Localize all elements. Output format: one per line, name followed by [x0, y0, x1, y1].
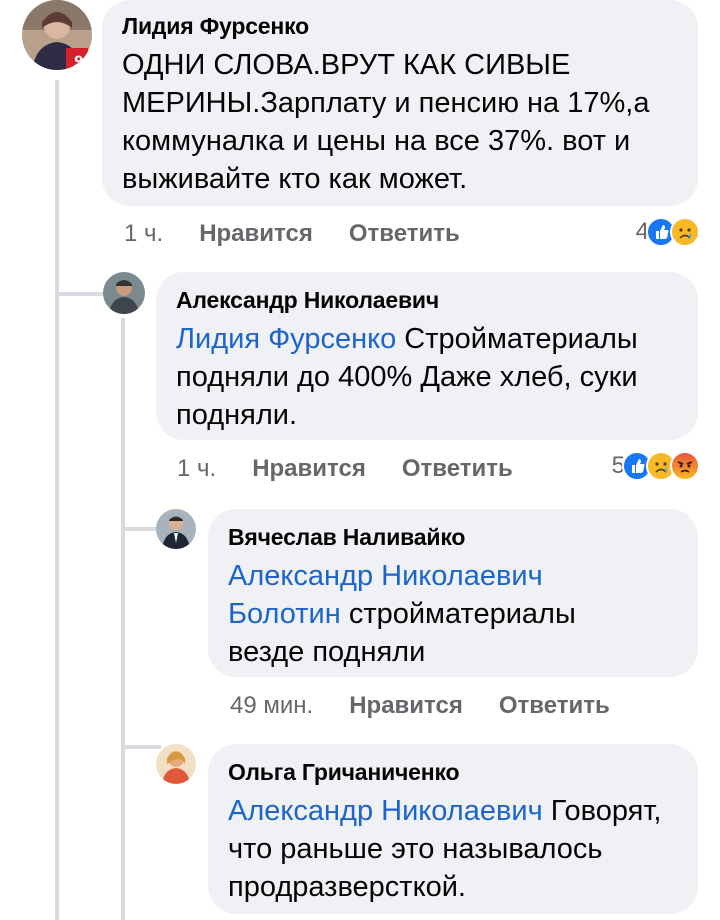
reply-button[interactable]: Ответить	[349, 219, 460, 249]
reaction-summary[interactable]: 5	[612, 451, 700, 481]
comment-bubble: Вячеслав Наливайко Александр Николаевич …	[208, 509, 698, 677]
like-button[interactable]: Нравится	[199, 219, 313, 249]
comment-time[interactable]: 1 ч.	[177, 454, 216, 484]
avatar[interactable]	[156, 744, 196, 784]
thread-line-branch-3	[121, 745, 161, 749]
avatar[interactable]	[103, 272, 145, 314]
user-photo-icon	[156, 744, 196, 784]
reply-button[interactable]: Ответить	[402, 454, 513, 484]
sad-reaction-icon	[670, 217, 700, 247]
comment-actions: 1 ч. Нравится Ответить	[124, 219, 460, 249]
svg-text:9: 9	[74, 54, 84, 70]
thread-line-branch-2	[121, 527, 161, 531]
avatar[interactable]	[156, 509, 196, 549]
comment-bubble: Лидия Фурсенко ОДНИ СЛОВА.ВРУТ КАК СИВЫЕ…	[102, 0, 698, 206]
comment-actions: 49 мин. Нравится Ответить	[230, 691, 610, 721]
mention-link[interactable]: Лидия Фурсенко	[176, 323, 396, 355]
comment-author[interactable]: Лидия Фурсенко	[122, 12, 678, 40]
comment-time[interactable]: 49 мин.	[230, 691, 313, 721]
user-photo-icon	[103, 272, 145, 314]
reply-button[interactable]: Ответить	[499, 691, 610, 721]
user-photo-icon	[156, 509, 196, 549]
like-button[interactable]: Нравится	[349, 691, 463, 721]
comment-text: Александр Николаевич Говорят, что раньше…	[228, 792, 678, 906]
comment-text: Лидия Фурсенко Стройматериалы подняли до…	[176, 320, 678, 434]
mention-link[interactable]: Александр Николаевич	[228, 795, 543, 827]
thread-line-main	[55, 80, 59, 920]
thread-line-sub	[121, 318, 125, 920]
comment-author[interactable]: Ольга Гричаниченко	[228, 758, 678, 786]
reaction-summary[interactable]: 4	[636, 217, 700, 247]
comment-text: Александр Николаевич Болотин стройматери…	[228, 557, 628, 671]
comment-author[interactable]: Александр Николаевич	[176, 286, 678, 314]
like-button[interactable]: Нравится	[252, 454, 366, 484]
comment-bubble: Александр Николаевич Лидия Фурсенко Стро…	[156, 272, 698, 440]
thread-line-branch-1	[55, 292, 105, 296]
user-photo-icon: 9	[22, 0, 92, 70]
avatar[interactable]: 9	[22, 0, 92, 70]
comment-author[interactable]: Вячеслав Наливайко	[228, 523, 678, 551]
angry-reaction-icon	[670, 451, 700, 481]
comment-text: ОДНИ СЛОВА.ВРУТ КАК СИВЫЕ МЕРИНЫ.Зарплат…	[122, 49, 650, 195]
comment-actions: 1 ч. Нравится Ответить	[177, 454, 513, 484]
comment-time[interactable]: 1 ч.	[124, 219, 163, 249]
comment-bubble: Ольга Гричаниченко Александр Николаевич …	[208, 744, 698, 914]
